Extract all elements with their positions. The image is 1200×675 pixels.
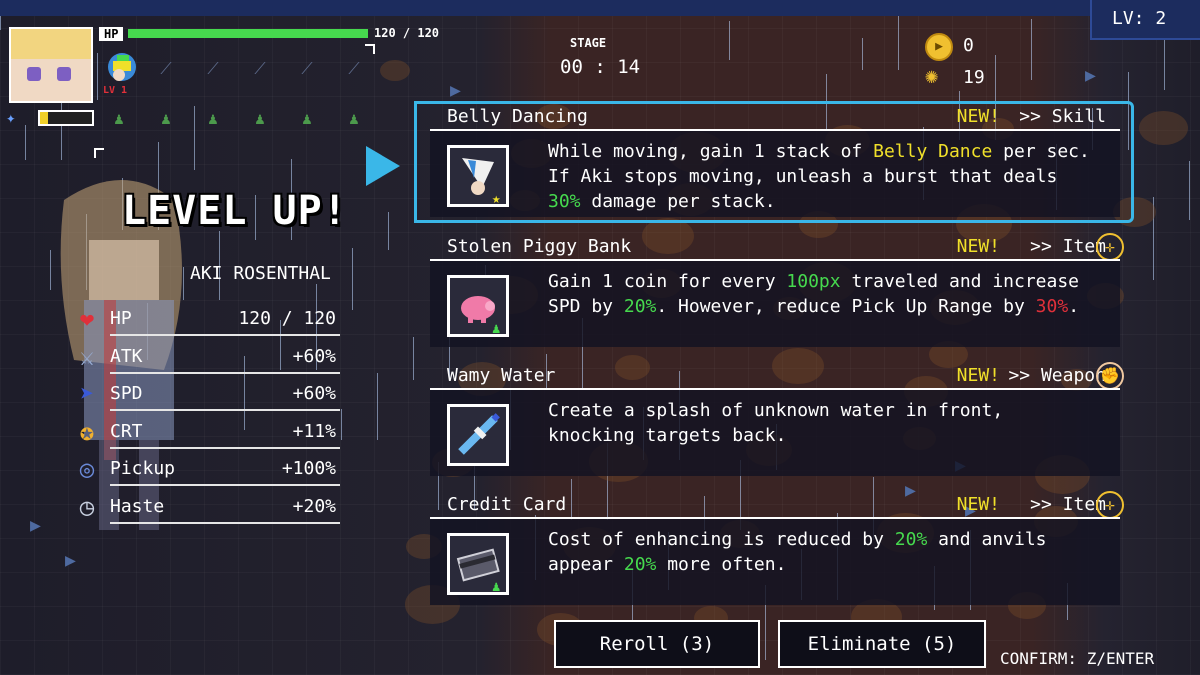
- option-type: >> Weapon: [1008, 365, 1106, 386]
- coin-icon: ▶: [925, 33, 953, 61]
- stat-name: ATK: [110, 345, 143, 367]
- upgrade-option-belly-dancing[interactable]: Belly Dancing NEW! >> Skill ★ While movi…: [414, 101, 1135, 223]
- weapon-slot-empty: ⟋: [160, 59, 172, 78]
- stat-name: Haste: [110, 495, 165, 517]
- character-name: AKI ROSENTHAL: [190, 263, 331, 284]
- special-icon: ✦: [6, 108, 16, 127]
- top-border: [0, 0, 1200, 16]
- reroll-button[interactable]: Reroll (3): [554, 620, 760, 668]
- frame-corner: [365, 44, 375, 54]
- hp-bar-label: HP: [99, 27, 124, 41]
- stat-row-pickup: ◎ Pickup +100%: [70, 452, 340, 486]
- stat-row-hp: ❤ HP 120 / 120: [70, 302, 340, 336]
- crosshair-icon: ✛: [1096, 233, 1124, 261]
- option-title: Wamy Water: [447, 365, 556, 386]
- new-badge: NEW!: [956, 494, 1000, 515]
- stat-value: +100%: [281, 458, 336, 479]
- upgrade-option-credit-card[interactable]: Credit Card NEW! >> Item ✛ ♟ Cost of enh…: [430, 490, 1135, 608]
- option-type: >> Skill: [1019, 106, 1106, 127]
- shirt-icon: ♟: [492, 579, 501, 595]
- item-slot-empty: ♟: [208, 109, 218, 128]
- item-slot-empty: ♟: [161, 109, 171, 128]
- crosshair-icon: ✛: [1096, 491, 1124, 519]
- kill-icon: ✺: [925, 64, 939, 89]
- level-up-title: LEVEL UP!: [122, 188, 348, 234]
- stat-row-atk: ⚔ ATK +60%: [70, 340, 340, 374]
- stat-value: +60%: [292, 383, 336, 404]
- stat-name: Pickup: [110, 458, 176, 479]
- option-type: >> Item: [1030, 494, 1106, 515]
- weapon-slot-empty: ⟋: [207, 59, 219, 78]
- crit-icon: ✪: [79, 417, 95, 446]
- stat-name: CRT: [110, 420, 143, 442]
- special-meter: [38, 110, 94, 126]
- fist-icon: ✊: [1096, 362, 1124, 390]
- new-badge: NEW!: [956, 106, 1000, 127]
- option-type: >> Item: [1030, 236, 1106, 257]
- hp-bar-fill: [128, 29, 368, 38]
- kill-count: 19: [963, 67, 985, 88]
- stat-value: 120 / 120: [238, 308, 336, 329]
- option-title: Credit Card: [447, 494, 567, 515]
- stage-timer: 00 : 14: [560, 56, 641, 78]
- weapon-slot-empty: ⟋: [348, 59, 360, 78]
- stat-name: SPD: [110, 383, 143, 404]
- stat-name: HP: [110, 308, 132, 329]
- stat-row-crt: ✪ CRT +11%: [70, 415, 340, 449]
- shirt-icon: ♟: [492, 321, 501, 337]
- item-slot-empty: ♟: [255, 109, 265, 128]
- level-box: LV: 2: [1090, 0, 1200, 40]
- item-slot-empty: ♟: [114, 109, 124, 128]
- upgrade-option-stolen-piggy-bank[interactable]: Stolen Piggy Bank NEW! >> Item ✛ ♟ Gain …: [430, 232, 1135, 350]
- frame-corner: [94, 148, 104, 158]
- upgrade-option-wamy-water[interactable]: Wamy Water NEW! >> Weapon ✊ Create a spl…: [430, 361, 1135, 479]
- weapon-level: LV 1: [103, 85, 128, 96]
- water-bottle-icon: [447, 404, 509, 466]
- special-meter-fill: [40, 112, 48, 124]
- clock-icon: ◷: [79, 492, 95, 521]
- selection-arrow-icon: [366, 146, 400, 186]
- hp-bar-value: 120 / 120: [374, 26, 440, 40]
- magnet-icon: ◎: [79, 455, 95, 483]
- stat-row-haste: ◷ Haste +20%: [70, 490, 340, 524]
- new-badge: NEW!: [956, 365, 1000, 386]
- option-title: Belly Dancing: [447, 106, 588, 127]
- eliminate-button[interactable]: Eliminate (5): [778, 620, 986, 668]
- stat-value: +11%: [292, 420, 336, 442]
- item-slot-empty: ♟: [349, 109, 359, 128]
- new-badge: NEW!: [956, 236, 1000, 257]
- coin-count: 0: [963, 35, 974, 56]
- stat-value: +20%: [292, 495, 336, 517]
- item-slot-empty: ♟: [302, 109, 312, 128]
- stat-row-spd: ➤ SPD +60%: [70, 377, 340, 411]
- weapon-slot-empty: ⟋: [301, 59, 313, 78]
- sword-icon: ⚔: [79, 342, 95, 371]
- stage-label: STAGE: [570, 36, 607, 50]
- star-icon: ★: [492, 191, 501, 207]
- weapon-slot-empty: ⟋: [254, 59, 266, 78]
- confirm-hint: CONFIRM: Z/ENTER: [1000, 649, 1155, 668]
- player-level: LV: 2: [1112, 8, 1167, 29]
- character-portrait: [9, 27, 93, 103]
- hp-bar: [128, 29, 368, 38]
- option-title: Stolen Piggy Bank: [447, 236, 632, 257]
- heart-icon: ❤: [79, 305, 95, 333]
- boot-icon: ➤: [79, 380, 95, 408]
- stat-value: +60%: [292, 345, 336, 367]
